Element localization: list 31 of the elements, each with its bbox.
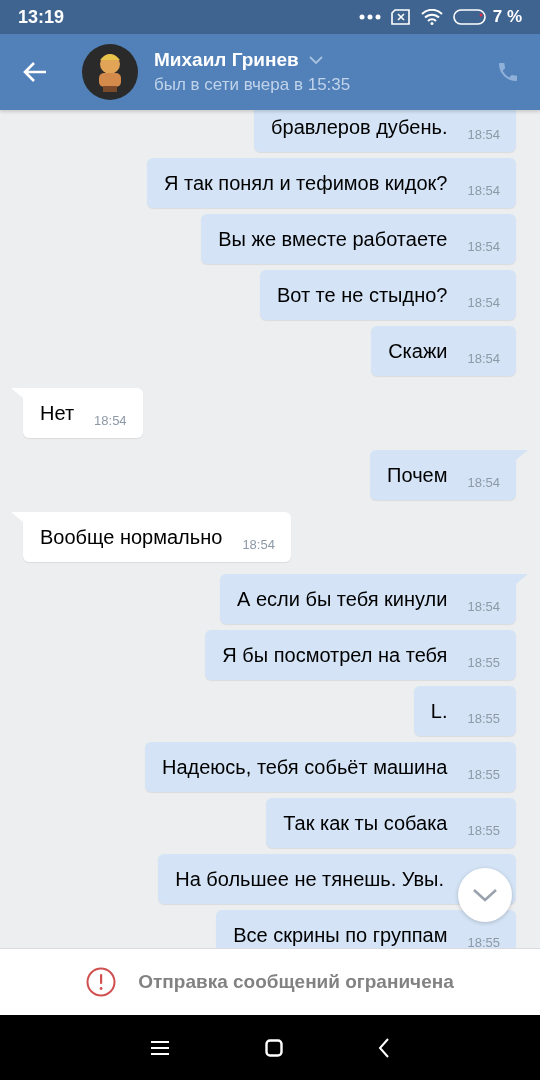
message-bubble[interactable]: Почем 18:54: [370, 450, 516, 500]
battery-icon: [452, 9, 487, 25]
message-bubble[interactable]: бравлеров дубень. 18:54: [254, 110, 516, 152]
message-bubble[interactable]: Все скрины по группам 18:55: [216, 910, 516, 948]
message-bubble[interactable]: Вы же вместе работаете 18:54: [201, 214, 516, 264]
warning-icon: [86, 967, 117, 997]
status-time: 13:19: [18, 6, 65, 28]
message-bubble[interactable]: Скажи 18:54: [371, 326, 516, 376]
avatar[interactable]: [82, 44, 138, 100]
message-bubble[interactable]: Надеюсь, тебя собьёт машина 18:55: [145, 742, 516, 792]
message-bubble[interactable]: А если бы тебя кинули 18:54: [220, 574, 516, 624]
chevron-down-icon[interactable]: [308, 56, 323, 64]
message-bubble[interactable]: Вот те не стыдно? 18:54: [259, 270, 516, 320]
wifi-icon: [420, 9, 443, 25]
notice-text: Отправка сообщений ограничена: [138, 971, 454, 993]
last-seen-status: был в сети вчера в 15:35: [154, 75, 352, 95]
message-bubble[interactable]: Нет 18:54: [23, 388, 143, 438]
message-bubble[interactable]: L. 18:55: [413, 686, 516, 736]
chevron-down-icon[interactable]: [472, 888, 498, 902]
home-icon[interactable]: [265, 1038, 283, 1057]
battery-percent: 7 %: [492, 7, 522, 27]
message-bubble[interactable]: На большее не тянешь. Увы.: [158, 854, 516, 904]
message-bubble[interactable]: Я бы посмотрел на тебя 18:55: [205, 630, 516, 680]
menu-icon[interactable]: [150, 1039, 170, 1056]
message-bubble[interactable]: Так как ты собака 18:55: [266, 798, 516, 848]
contact-name[interactable]: Михаил Гринев: [154, 49, 299, 71]
message-bubble[interactable]: Вообще нормально 18:54: [23, 512, 291, 562]
back-icon[interactable]: [378, 1037, 390, 1058]
no-sim-icon: [390, 9, 411, 25]
more-dots-icon: [358, 14, 381, 20]
message-bubble[interactable]: Я так понял и тефимов кидок? 18:54: [146, 158, 516, 208]
